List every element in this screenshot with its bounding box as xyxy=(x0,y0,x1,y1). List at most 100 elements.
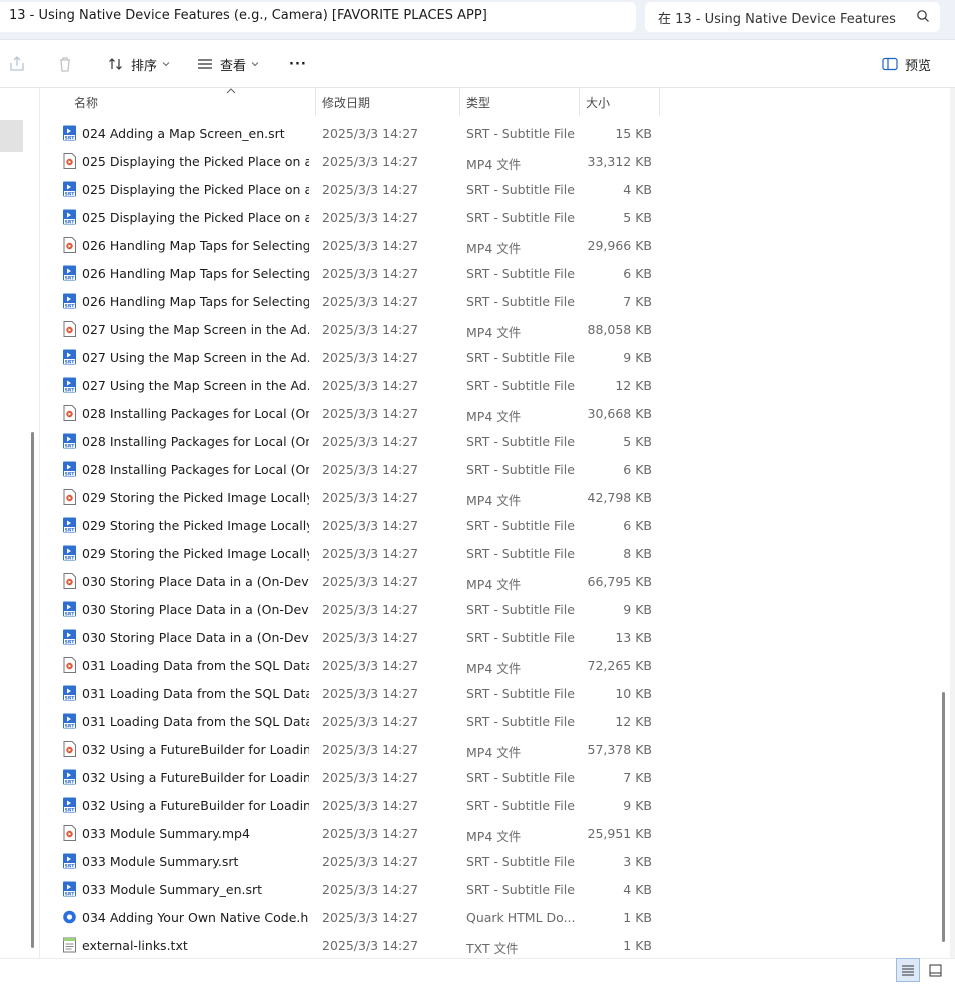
mp4-file-icon xyxy=(62,741,77,757)
file-modified-date: 2025/3/3 14:27 xyxy=(322,238,419,253)
file-row[interactable]: 028 Installing Packages for Local (On...… xyxy=(40,399,660,427)
search-placeholder: 在 13 - Using Native Device Features (e.g… xyxy=(658,12,900,27)
file-row[interactable]: SRT 028 Installing Packages for Local (On… xyxy=(40,455,660,483)
file-name: 026 Handling Map Taps for Selecting... xyxy=(82,238,309,253)
file-size: 42,798 KB xyxy=(587,490,652,505)
file-row[interactable]: 027 Using the Map Screen in the Ad... 202… xyxy=(40,315,660,343)
file-name: 033 Module Summary.srt xyxy=(82,854,239,869)
srt-file-icon: SRT xyxy=(62,433,77,449)
column-type[interactable]: 类型 xyxy=(460,88,580,116)
file-modified-date: 2025/3/3 14:27 xyxy=(322,350,419,365)
list-scrollbar[interactable] xyxy=(942,692,945,942)
file-row[interactable]: SRT 033 Module Summary.srt 2025/3/3 14:27 S… xyxy=(40,847,660,875)
file-row[interactable]: SRT 032 Using a FutureBuilder for Loadin.… xyxy=(40,763,660,791)
column-size[interactable]: 大小 xyxy=(580,88,660,116)
view-button[interactable]: 查看 xyxy=(197,52,266,76)
file-size: 57,378 KB xyxy=(587,742,652,757)
file-row[interactable]: 031 Loading Data from the SQL Data... 202… xyxy=(40,651,660,679)
file-row[interactable]: 034 Adding Your Own Native Code.h... 2025… xyxy=(40,903,660,931)
file-row[interactable]: SRT 026 Handling Map Taps for Selecting..… xyxy=(40,287,660,315)
nav-selected-item[interactable] xyxy=(0,120,23,152)
delete-icon[interactable] xyxy=(56,55,74,73)
file-row[interactable]: SRT 031 Loading Data from the SQL Data...… xyxy=(40,679,660,707)
mp4-file-icon xyxy=(62,237,77,253)
file-name: 029 Storing the Picked Image Locally... xyxy=(82,518,309,533)
file-name: 032 Using a FutureBuilder for Loadin... xyxy=(82,798,309,813)
file-modified-date: 2025/3/3 14:27 xyxy=(322,770,419,785)
file-name: 028 Installing Packages for Local (On... xyxy=(82,406,309,421)
file-name: 026 Handling Map Taps for Selecting... xyxy=(82,266,309,281)
details-view-button[interactable] xyxy=(896,958,920,982)
command-bar: 排序 查看 ··· 预览 xyxy=(0,40,955,88)
srt-file-icon: SRT xyxy=(62,265,77,281)
svg-text:SRT: SRT xyxy=(65,863,76,869)
file-modified-date: 2025/3/3 14:27 xyxy=(322,406,419,421)
file-row[interactable]: SRT 029 Storing the Picked Image Locally.… xyxy=(40,539,660,567)
file-type: MP4 文件 xyxy=(466,745,522,760)
file-modified-date: 2025/3/3 14:27 xyxy=(322,658,419,673)
file-row[interactable]: SRT 030 Storing Place Data in a (On-Devi.… xyxy=(40,595,660,623)
file-row[interactable]: 032 Using a FutureBuilder for Loadin... 2… xyxy=(40,735,660,763)
file-name: 033 Module Summary_en.srt xyxy=(82,882,263,897)
srt-file-icon: SRT xyxy=(62,293,77,309)
more-options-button[interactable]: ··· xyxy=(289,52,307,76)
tiles-view-button[interactable] xyxy=(923,958,947,982)
nav-scrollbar[interactable] xyxy=(31,432,34,948)
file-size: 30,668 KB xyxy=(587,406,652,421)
preview-pane-button[interactable]: 预览 xyxy=(882,52,931,76)
file-type: MP4 文件 xyxy=(466,493,522,508)
file-type: SRT - Subtitle File xyxy=(466,602,575,617)
file-row[interactable]: external-links.txt 2025/3/3 14:27 TXT 文件 1 … xyxy=(40,931,660,959)
html-file-icon xyxy=(62,909,77,925)
svg-text:SRT: SRT xyxy=(65,611,76,617)
file-row[interactable]: SRT 025 Displaying the Picked Place on a … xyxy=(40,175,660,203)
search-icon[interactable] xyxy=(916,9,930,23)
file-row[interactable]: SRT 030 Storing Place Data in a (On-Devi.… xyxy=(40,623,660,651)
file-row[interactable]: 026 Handling Map Taps for Selecting... 20… xyxy=(40,231,660,259)
file-row[interactable]: 033 Module Summary.mp4 2025/3/3 14:27 MP4 … xyxy=(40,819,660,847)
file-type: SRT - Subtitle File xyxy=(466,350,575,365)
file-name: 034 Adding Your Own Native Code.h... xyxy=(82,910,309,925)
column-name[interactable]: 名称 xyxy=(68,88,316,116)
file-type: MP4 文件 xyxy=(466,829,522,844)
file-type: SRT - Subtitle File xyxy=(466,266,575,281)
chevron-down-icon xyxy=(162,62,170,67)
file-row[interactable]: SRT 029 Storing the Picked Image Locally.… xyxy=(40,511,660,539)
share-icon[interactable] xyxy=(8,55,26,73)
file-type: SRT - Subtitle File xyxy=(466,462,575,477)
file-row[interactable]: SRT 033 Module Summary_en.srt 2025/3/3 14:… xyxy=(40,875,660,903)
file-row[interactable]: 025 Displaying the Picked Place on a ...… xyxy=(40,147,660,175)
file-row[interactable]: SRT 031 Loading Data from the SQL Data...… xyxy=(40,707,660,735)
file-row[interactable]: SRT 027 Using the Map Screen in the Ad...… xyxy=(40,371,660,399)
mp4-file-icon xyxy=(62,489,77,505)
srt-file-icon: SRT xyxy=(62,349,77,365)
address-path[interactable]: 13 - Using Native Device Features (e.g.,… xyxy=(0,2,636,32)
file-size: 6 KB xyxy=(623,266,652,281)
file-modified-date: 2025/3/3 14:27 xyxy=(322,126,419,141)
mp4-file-icon xyxy=(62,153,77,169)
mp4-file-icon xyxy=(62,657,77,673)
file-row[interactable]: SRT 032 Using a FutureBuilder for Loadin.… xyxy=(40,791,660,819)
file-modified-date: 2025/3/3 14:27 xyxy=(322,154,419,169)
file-size: 1 KB xyxy=(623,910,652,925)
mp4-file-icon xyxy=(62,321,77,337)
column-modified[interactable]: 修改日期 xyxy=(316,88,460,116)
svg-text:SRT: SRT xyxy=(65,695,76,701)
file-size: 3 KB xyxy=(623,854,652,869)
file-row[interactable]: SRT 024 Adding a Map Screen_en.srt 2025/3/… xyxy=(40,119,660,147)
file-name: 027 Using the Map Screen in the Ad... xyxy=(82,378,309,393)
sort-button[interactable]: 排序 xyxy=(108,52,177,76)
svg-text:SRT: SRT xyxy=(65,135,76,141)
file-name: 026 Handling Map Taps for Selecting... xyxy=(82,294,309,309)
file-size: 7 KB xyxy=(623,294,652,309)
search-input[interactable]: 在 13 - Using Native Device Features (e.g… xyxy=(645,2,940,32)
file-row[interactable]: 030 Storing Place Data in a (On-Devi... 2… xyxy=(40,567,660,595)
file-row[interactable]: SRT 026 Handling Map Taps for Selecting..… xyxy=(40,259,660,287)
svg-text:SRT: SRT xyxy=(65,275,76,281)
file-row[interactable]: SRT 027 Using the Map Screen in the Ad...… xyxy=(40,343,660,371)
file-row[interactable]: SRT 025 Displaying the Picked Place on a … xyxy=(40,203,660,231)
file-row[interactable]: 029 Storing the Picked Image Locally... 2… xyxy=(40,483,660,511)
svg-text:SRT: SRT xyxy=(65,471,76,477)
file-type: SRT - Subtitle File xyxy=(466,210,575,225)
file-row[interactable]: SRT 028 Installing Packages for Local (On… xyxy=(40,427,660,455)
